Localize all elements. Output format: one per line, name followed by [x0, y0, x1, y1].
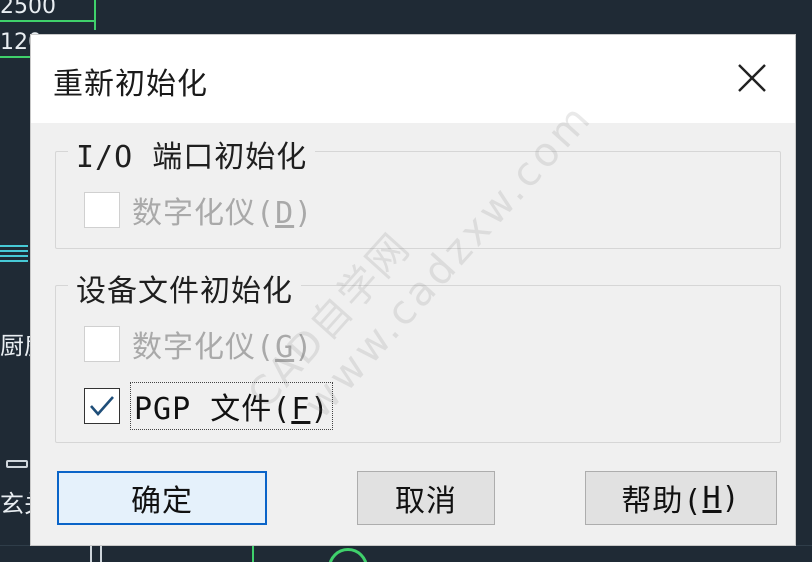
cad-hatch-line [0, 250, 28, 252]
cad-hatch-line [0, 245, 28, 247]
cad-circle [328, 548, 368, 562]
cad-line [94, 0, 96, 30]
io-port-group: I/O 端口初始化 数字化仪(D) [55, 132, 781, 249]
pgp-file-checkbox[interactable] [84, 388, 120, 424]
cad-line [252, 545, 254, 562]
cad-hatch-line [0, 255, 28, 257]
ok-button[interactable]: 确定 [57, 471, 267, 525]
help-button[interactable]: 帮助(H) [585, 471, 777, 525]
file-digitizer-label: 数字化仪(G) [132, 330, 314, 365]
close-button[interactable] [727, 53, 777, 103]
cad-line [100, 545, 102, 562]
cad-symbol-icon [6, 460, 28, 468]
pgp-file-label[interactable]: PGP 文件(F) [129, 382, 334, 430]
io-port-group-legend: I/O 端口初始化 [68, 132, 316, 176]
pgp-file-option: PGP 文件(F) [84, 382, 334, 430]
io-digitizer-option: 数字化仪(D) [84, 190, 314, 231]
close-icon [738, 64, 766, 92]
device-file-group-legend: 设备文件初始化 [68, 266, 301, 310]
reinit-dialog: 重新初始化 I/O 端口初始化 数字化仪(D) 设备文件初始化 数字化仪(G) [30, 34, 796, 546]
cad-dimension-text: 2500 [0, 0, 56, 19]
file-digitizer-checkbox[interactable] [84, 326, 120, 362]
cad-hatch-line [0, 260, 28, 262]
cad-line [90, 545, 92, 562]
cancel-button[interactable]: 取消 [357, 471, 495, 525]
cad-line [0, 20, 96, 22]
dialog-title: 重新初始化 [53, 67, 208, 102]
io-digitizer-checkbox[interactable] [84, 192, 120, 228]
device-file-group: 设备文件初始化 数字化仪(G) PGP 文件(F) [55, 266, 781, 443]
file-digitizer-option: 数字化仪(G) [84, 324, 314, 365]
dialog-titlebar: 重新初始化 [31, 35, 795, 123]
cad-line [0, 56, 30, 58]
checkmark-icon [90, 396, 114, 416]
io-digitizer-label: 数字化仪(D) [132, 196, 314, 231]
